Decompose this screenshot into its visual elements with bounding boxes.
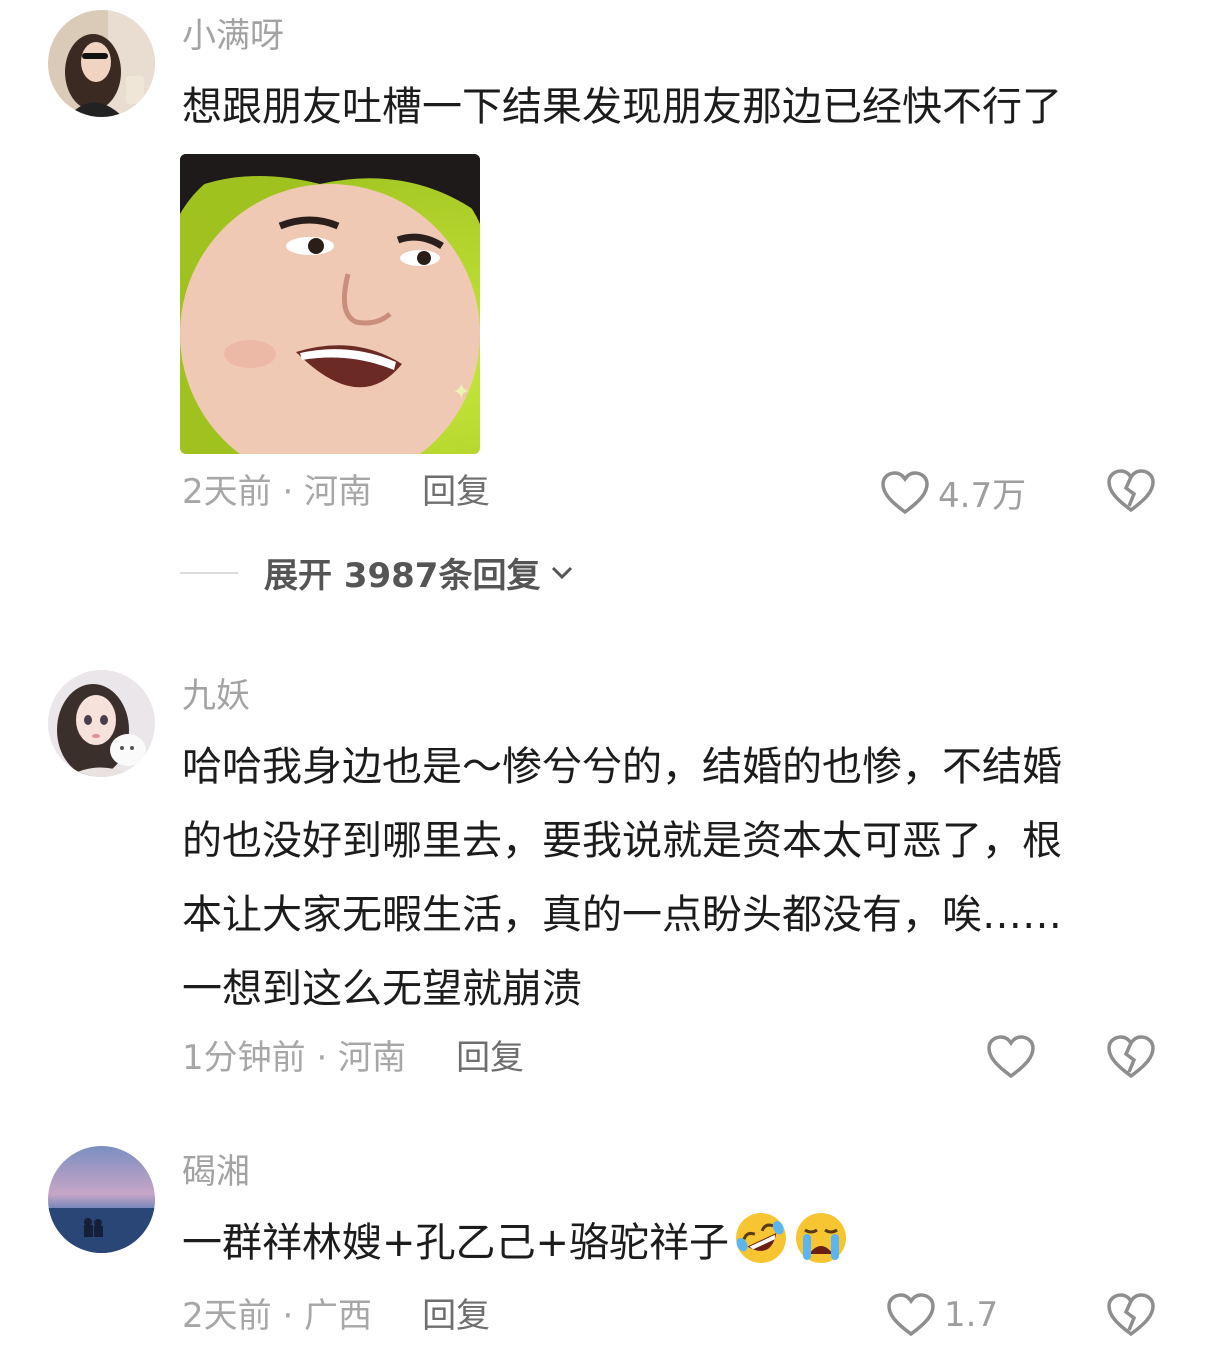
expand-label: 展开 3987条回复 [264, 556, 541, 596]
sticker-image[interactable]: ✦ [180, 154, 480, 454]
heart-icon [887, 1293, 935, 1337]
dislike-button[interactable] [1106, 1034, 1156, 1080]
reply-button[interactable]: 回复 [422, 472, 490, 512]
broken-heart-icon [1107, 1293, 1155, 1337]
broken-heart-icon [1107, 1035, 1155, 1079]
time-location: 2天前 · 广西 [182, 1296, 373, 1336]
dislike-button[interactable] [1106, 1292, 1156, 1338]
comment-text: 哈哈我身边也是～惨兮兮的，结婚的也惨，不结婚 的也没好到哪里去，要我说就是资本太… [182, 730, 1162, 1026]
reply-button[interactable]: 回复 [422, 1296, 490, 1336]
rofl-emoji-icon [736, 1213, 787, 1263]
comment-meta: 2天前 · 河南 回复 [182, 472, 490, 512]
heart-icon [987, 1035, 1035, 1079]
username[interactable]: 九妖 [182, 676, 250, 716]
like-button[interactable]: 1.7 [886, 1292, 998, 1338]
text-line: 一想到这么无望就崩溃 [182, 966, 582, 1012]
comment-meta: 1分钟前 · 河南 回复 [182, 1038, 524, 1078]
comment-text: 一群祥林嫂+孔乙己+骆驼祥子 [182, 1206, 1162, 1280]
reply-button[interactable]: 回复 [456, 1038, 524, 1078]
username[interactable]: 碣湘 [182, 1152, 250, 1192]
text-line: 的也没好到哪里去，要我说就是资本太可恶了，根 [182, 818, 1062, 864]
avatar[interactable] [48, 10, 155, 117]
time-location: 1分钟前 · 河南 [182, 1038, 407, 1078]
broken-heart-icon [1107, 469, 1155, 513]
like-count: 4.7万 [938, 476, 1027, 516]
comment-meta: 2天前 · 广西 回复 [182, 1296, 490, 1336]
time-location: 2天前 · 河南 [182, 472, 373, 512]
crying-emoji-icon [796, 1213, 847, 1263]
expand-replies[interactable]: 展开 3987条回复 [180, 548, 574, 597]
text-line: 哈哈我身边也是～惨兮兮的，结婚的也惨，不结婚 [182, 744, 1062, 790]
like-count: 1.7 [944, 1295, 999, 1335]
chevron-down-icon [552, 566, 573, 579]
dislike-button[interactable] [1106, 468, 1156, 514]
like-button[interactable]: 4.7万 [880, 468, 1026, 517]
avatar[interactable] [48, 1146, 155, 1253]
text-line: 本让大家无暇生活，真的一点盼头都没有，唉…… [182, 892, 1062, 938]
heart-icon [881, 470, 929, 514]
like-button[interactable] [986, 1034, 1036, 1080]
svg-text:✦: ✦ [452, 380, 470, 405]
comment-text: 想跟朋友吐槽一下结果发现朋友那边已经快不行了 [182, 84, 1062, 130]
comment-text-content: 一群祥林嫂+孔乙己+骆驼祥子 [182, 1220, 730, 1266]
avatar[interactable] [48, 670, 155, 777]
username[interactable]: 小满呀 [182, 16, 284, 56]
divider [180, 571, 238, 574]
